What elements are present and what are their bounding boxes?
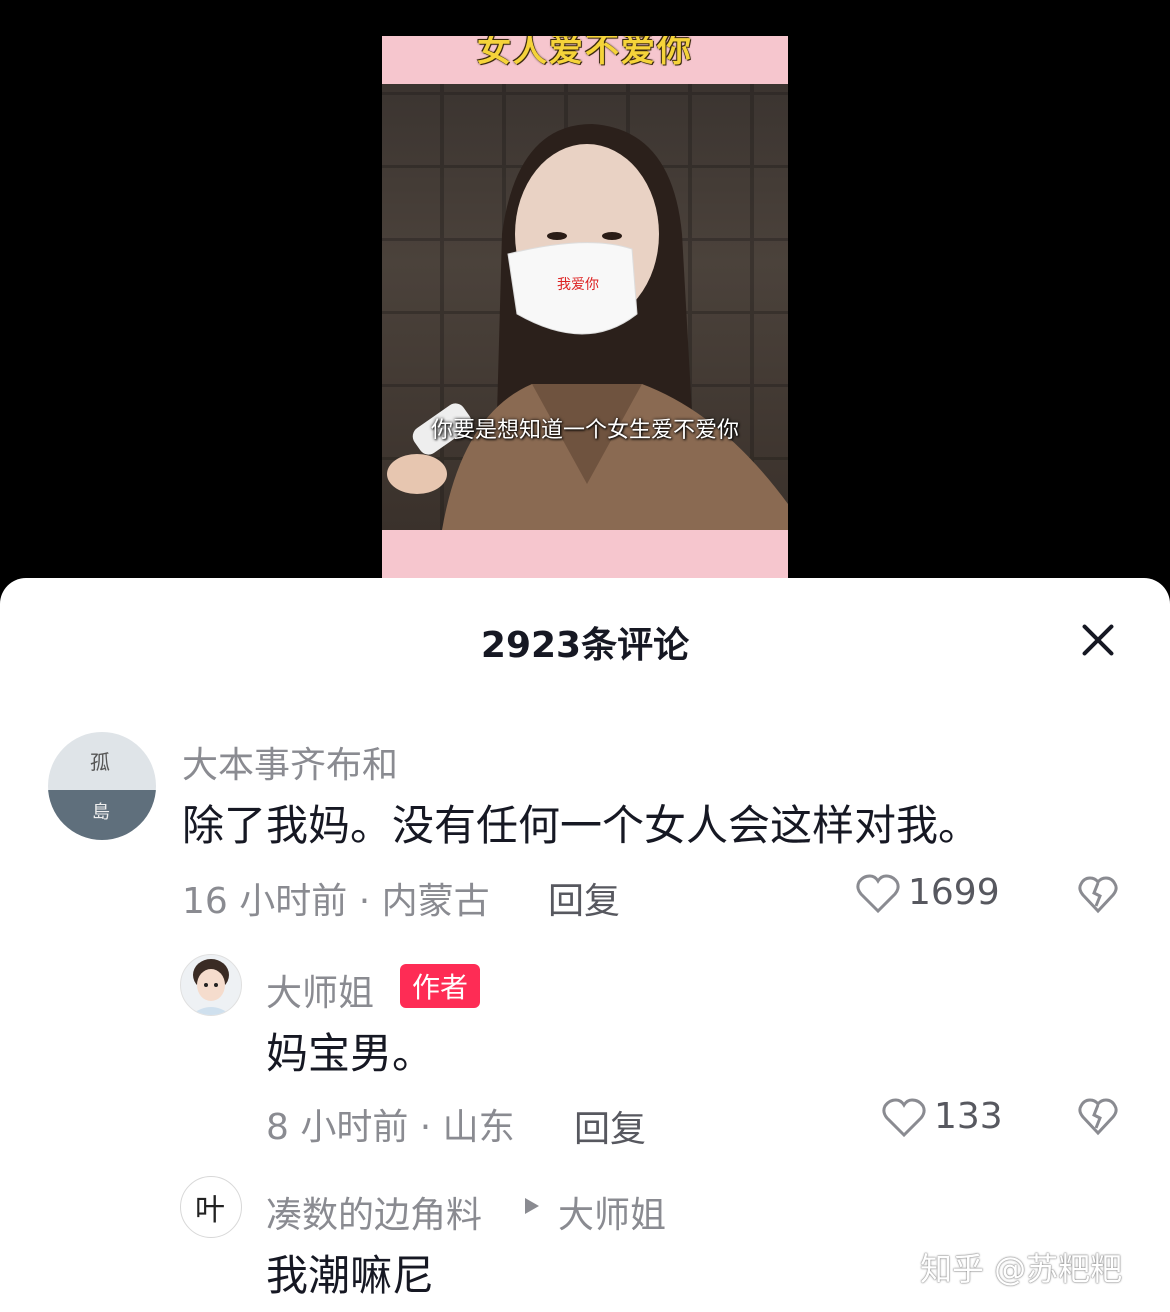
comment-text: 除了我妈。没有任何一个女人会这样对我。 [182, 801, 981, 850]
comment-username[interactable]: 大本事齐布和 [182, 736, 398, 788]
avatar-text: 孤 [90, 750, 110, 774]
reply-to-username[interactable]: 大师姐 [558, 1186, 666, 1238]
avatar-text: 島 [92, 802, 110, 823]
dislike-icon[interactable] [1078, 876, 1118, 914]
video-title: 女人爱不爱你 [477, 36, 693, 70]
video-subtitle: 你要是想知道一个女生爱不爱你 [430, 418, 739, 443]
svg-text:我爱你: 我爱你 [557, 277, 599, 293]
avatar-text: 叶 [195, 1193, 225, 1228]
comment-meta: 16 小时前 · 内蒙古 [182, 881, 490, 922]
comment-meta: 8 小时前 · 山东 [266, 1107, 515, 1148]
avatar[interactable] [180, 954, 242, 1016]
comment-text: 妈宝男。 [266, 1029, 435, 1078]
like-count: 1699 [908, 872, 1000, 913]
video-frame: 我爱你 你要是想知道一个女生爱不爱你 [382, 84, 788, 530]
author-badge: 作者 [400, 964, 481, 1008]
watermark: 知乎 @苏粑粑 [920, 1250, 1123, 1288]
comment-text: 我潮嘛尼 [266, 1251, 435, 1300]
like-count: 133 [934, 1096, 1003, 1137]
close-button[interactable] [1078, 620, 1118, 660]
dislike-icon[interactable] [1078, 1098, 1118, 1136]
heart-icon[interactable] [856, 874, 900, 914]
reply-button[interactable]: 回复 [574, 1100, 646, 1152]
avatar[interactable]: 叶 [180, 1176, 242, 1238]
comment-count-title: 2923条评论 [480, 625, 690, 666]
avatar-girl-icon [191, 959, 231, 1015]
reply-arrow-icon [525, 1198, 539, 1214]
reply-button[interactable]: 回复 [548, 872, 620, 924]
video-title-band: 女人爱不爱你 [382, 36, 788, 84]
comment-username[interactable]: 凑数的边角料 [266, 1186, 482, 1238]
comment-username[interactable]: 大师姐 [266, 964, 374, 1016]
video-player[interactable]: 女人爱不爱你 我爱你 你要是想知道一个女生爱不爱你 [382, 36, 788, 579]
video-bottom-band [382, 530, 788, 579]
video-person-illustration: 我爱你 [387, 124, 788, 530]
avatar[interactable]: 孤 島 [48, 732, 156, 840]
heart-icon[interactable] [882, 1098, 926, 1138]
comments-sheet: 2923条评论 孤 島 大本事齐布和 除了我妈。没有任何一个女人会这样对我。 1… [0, 578, 1170, 1312]
